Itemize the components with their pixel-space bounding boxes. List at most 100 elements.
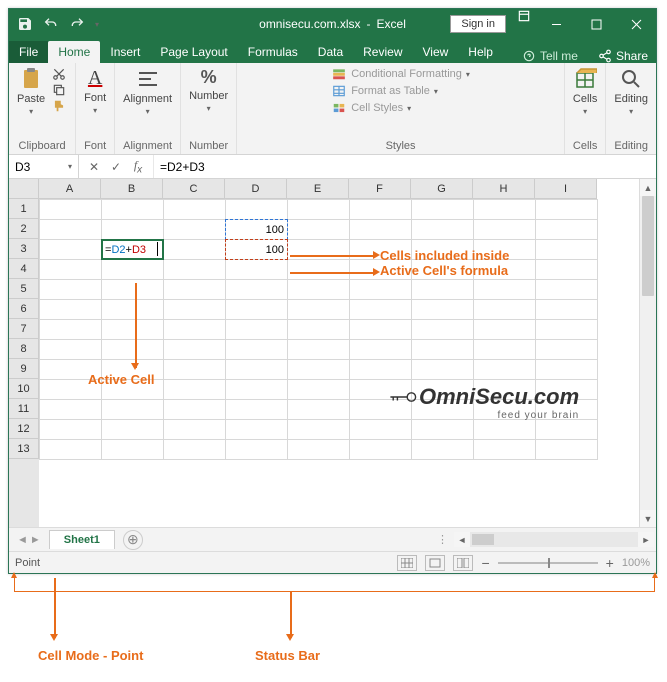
row-header[interactable]: 9	[9, 359, 39, 379]
window-controls	[512, 9, 656, 39]
col-header-f[interactable]: F	[349, 179, 411, 198]
zoom-out-button[interactable]: −	[481, 555, 489, 571]
row-header[interactable]: 12	[9, 419, 39, 439]
row-header[interactable]: 10	[9, 379, 39, 399]
clipboard-label: Clipboard	[19, 138, 66, 152]
col-header-i[interactable]: I	[535, 179, 597, 198]
number-button[interactable]: % Number ▾	[189, 67, 228, 113]
cell-mode-indicator: Point	[15, 557, 40, 569]
group-styles: Conditional Formatting ▾ Format as Table…	[237, 63, 565, 154]
sign-in-button[interactable]: Sign in	[450, 15, 506, 33]
row-header[interactable]: 6	[9, 299, 39, 319]
col-header-c[interactable]: C	[163, 179, 225, 198]
row-header[interactable]: 7	[9, 319, 39, 339]
select-all-corner[interactable]	[9, 179, 39, 199]
tell-me-label[interactable]: Tell me	[540, 49, 578, 63]
editing-button[interactable]: Editing ▾	[614, 67, 648, 116]
ribbon: Paste ▾ Clipboard A Font ▾ Font	[9, 63, 656, 155]
redo-icon[interactable]	[69, 16, 85, 32]
sheet-nav-prev[interactable]: ◄	[17, 534, 28, 546]
annotation-cell-mode: Cell Mode - Point	[38, 648, 143, 663]
row-header[interactable]: 1	[9, 199, 39, 219]
zoom-level[interactable]: 100%	[622, 557, 650, 569]
tab-review[interactable]: Review	[353, 41, 412, 63]
tab-insert[interactable]: Insert	[100, 41, 150, 63]
column-headers: A B C D E F G H I	[39, 179, 597, 199]
tab-page-layout[interactable]: Page Layout	[150, 41, 237, 63]
hscroll-thumb[interactable]	[472, 534, 494, 545]
share-icon[interactable]	[598, 49, 612, 63]
cut-icon[interactable]	[51, 67, 67, 81]
vscroll-thumb[interactable]	[642, 196, 654, 296]
paste-button[interactable]: Paste ▾	[17, 67, 45, 116]
file-name: omnisecu.com.xlsx	[259, 17, 360, 31]
format-as-table-button[interactable]: Format as Table ▾	[331, 84, 470, 98]
tell-me-icon[interactable]	[522, 49, 536, 63]
col-header-e[interactable]: E	[287, 179, 349, 198]
enter-formula-button[interactable]: ✓	[109, 160, 123, 174]
page-layout-view-button[interactable]	[425, 555, 445, 571]
copy-icon[interactable]	[51, 83, 67, 97]
row-header[interactable]: 5	[9, 279, 39, 299]
cell-b3[interactable]: =D2+D3	[102, 240, 164, 260]
excel-window: ▾ omnisecu.com.xlsx - Excel Sign in File…	[8, 8, 657, 574]
cell-d2[interactable]: 100	[226, 220, 288, 240]
conditional-formatting-button[interactable]: Conditional Formatting ▾	[331, 67, 470, 81]
zoom-slider[interactable]	[498, 562, 598, 564]
vertical-scrollbar[interactable]: ▲ ▼	[639, 179, 656, 527]
col-header-b[interactable]: B	[101, 179, 163, 198]
col-header-d[interactable]: D	[225, 179, 287, 198]
cell-d3[interactable]: 100	[226, 240, 288, 260]
format-painter-icon[interactable]	[51, 99, 67, 113]
ribbon-options-icon[interactable]	[517, 9, 531, 23]
font-button[interactable]: A Font ▾	[84, 67, 106, 115]
tab-help[interactable]: Help	[458, 41, 503, 63]
sheet-tab-sheet1[interactable]: Sheet1	[49, 530, 115, 549]
page-break-view-button[interactable]	[453, 555, 473, 571]
row-header[interactable]: 2	[9, 219, 39, 239]
row-header[interactable]: 11	[9, 399, 39, 419]
title-center: omnisecu.com.xlsx - Excel	[259, 17, 406, 31]
font-icon: A	[88, 67, 102, 90]
col-header-h[interactable]: H	[473, 179, 535, 198]
tab-data[interactable]: Data	[308, 41, 353, 63]
horizontal-scrollbar[interactable]: ⋮ ◄ ►	[143, 532, 656, 547]
sheet-nav-next[interactable]: ►	[30, 534, 41, 546]
name-box[interactable]: D3 ▾	[9, 155, 79, 178]
normal-view-button[interactable]	[397, 555, 417, 571]
formula-input[interactable]: =D2+D3	[154, 160, 656, 174]
row-header[interactable]: 3	[9, 239, 39, 259]
cells-button[interactable]: Cells ▾	[573, 67, 597, 116]
grid-body[interactable]: 100 =D2+D3 100	[39, 199, 598, 527]
qat-customize-icon[interactable]: ▾	[95, 20, 99, 29]
name-box-dropdown-icon[interactable]: ▾	[68, 162, 72, 171]
insert-function-button[interactable]: fx	[131, 158, 145, 175]
tab-home[interactable]: Home	[48, 41, 100, 63]
tab-file[interactable]: File	[9, 41, 48, 63]
col-header-g[interactable]: G	[411, 179, 473, 198]
tab-formulas[interactable]: Formulas	[238, 41, 308, 63]
col-header-a[interactable]: A	[39, 179, 101, 198]
row-header[interactable]: 13	[9, 439, 39, 459]
row-header[interactable]: 8	[9, 339, 39, 359]
undo-icon[interactable]	[43, 16, 59, 32]
save-icon[interactable]	[17, 16, 33, 32]
alignment-button[interactable]: Alignment ▾	[123, 67, 172, 116]
cancel-formula-button[interactable]: ✕	[87, 160, 101, 174]
new-sheet-button[interactable]: ⊕	[123, 530, 143, 550]
maximize-button[interactable]	[576, 9, 616, 39]
editing-label: Editing	[614, 138, 648, 152]
share-label[interactable]: Share	[616, 49, 648, 63]
close-button[interactable]	[616, 9, 656, 39]
row-header[interactable]: 4	[9, 259, 39, 279]
cell-styles-button[interactable]: Cell Styles ▾	[331, 101, 470, 115]
app-name: Excel	[377, 17, 406, 31]
scroll-down-button[interactable]: ▼	[640, 510, 656, 527]
scroll-left-button[interactable]: ◄	[454, 532, 470, 547]
scroll-right-button[interactable]: ►	[638, 532, 654, 547]
scroll-up-button[interactable]: ▲	[640, 179, 656, 196]
alignment-icon	[136, 67, 160, 91]
tab-view[interactable]: View	[413, 41, 459, 63]
minimize-button[interactable]	[536, 9, 576, 39]
zoom-in-button[interactable]: +	[606, 555, 614, 571]
